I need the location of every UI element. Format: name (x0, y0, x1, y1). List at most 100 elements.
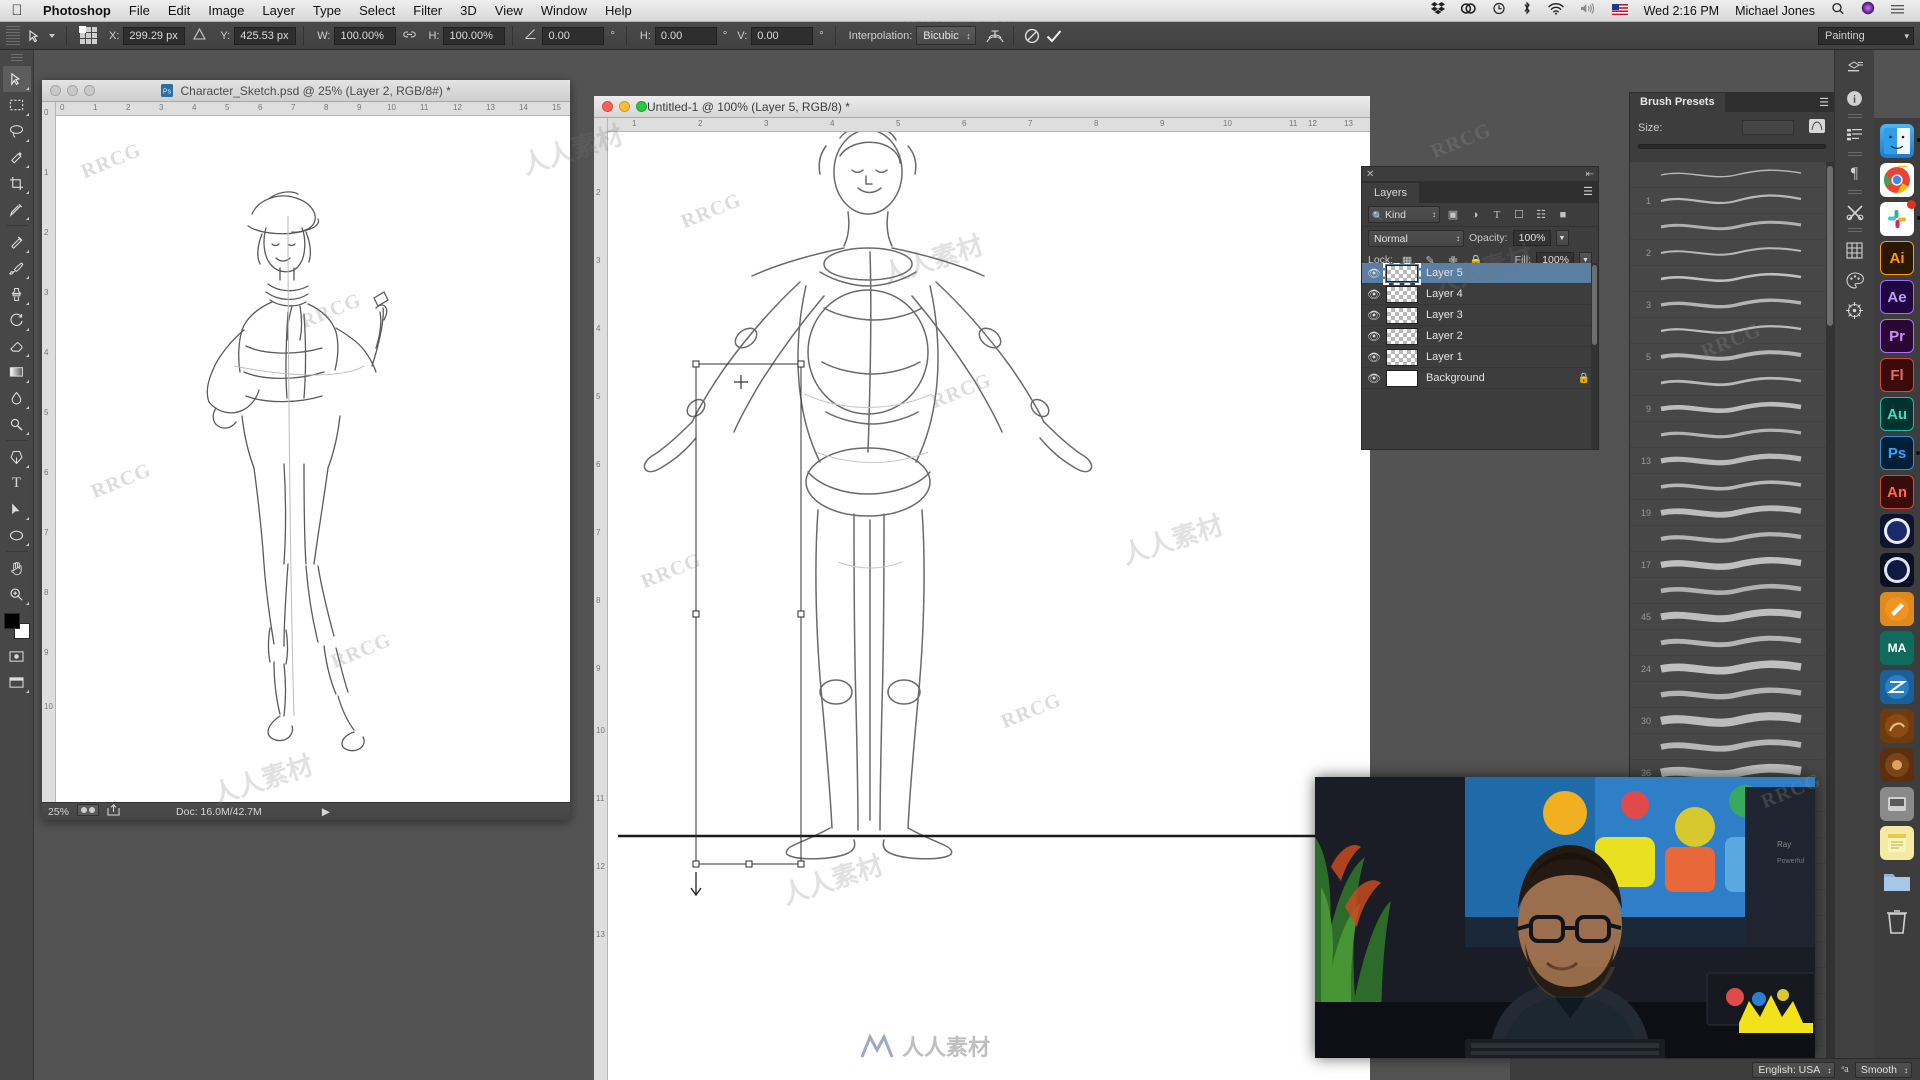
swatches-panel-icon[interactable] (1840, 236, 1870, 264)
close-icon[interactable]: ✕ (1366, 169, 1374, 180)
blend-mode-select[interactable]: Normal (1368, 229, 1464, 247)
width-field[interactable]: 100.00% (334, 26, 397, 45)
brush-size-slider[interactable] (1638, 144, 1826, 149)
canvas-untitled1[interactable] (608, 132, 1370, 1080)
foreground-color-swatch[interactable] (3, 613, 20, 629)
pen-tool[interactable] (3, 444, 31, 470)
document-window-character-sketch[interactable]: Ps Character_Sketch.psd @ 25% (Layer 2, … (42, 80, 570, 820)
brush-preset-item[interactable] (1630, 526, 1834, 552)
menu-window[interactable]: Window (532, 0, 596, 22)
spot-healing-brush-tool[interactable] (3, 229, 31, 255)
blur-tool[interactable] (3, 385, 31, 411)
layer-row[interactable]: 👁 Background 🔒 (1362, 368, 1598, 389)
brush-list-scrollbar[interactable] (1826, 162, 1834, 1080)
substance-icon[interactable] (1880, 748, 1914, 782)
panel-menu-icon[interactable]: ☰ (1819, 98, 1829, 109)
layer-visibility-icon[interactable]: 👁 (1362, 267, 1386, 280)
us-flag-icon[interactable] (1604, 0, 1636, 22)
brush-preset-item[interactable]: 5 (1630, 344, 1834, 370)
spotlight-search-icon[interactable] (1823, 0, 1853, 22)
wifi-icon[interactable] (1540, 0, 1572, 22)
illustrator-icon[interactable]: Ai (1880, 241, 1914, 275)
skew-v-field[interactable]: 0.00 (751, 26, 814, 45)
brush-preset-item[interactable]: 1 (1630, 188, 1834, 214)
brush-preset-item[interactable] (1630, 578, 1834, 604)
quick-selection-tool[interactable] (3, 144, 31, 170)
menu-view[interactable]: View (486, 0, 532, 22)
preview-toggle-icon[interactable] (77, 804, 100, 819)
eyedropper-tool[interactable] (3, 196, 31, 222)
layer-visibility-icon[interactable]: 👁 (1362, 372, 1386, 385)
layer-thumbnail[interactable] (1386, 285, 1418, 303)
brush-preset-item[interactable]: 17 (1630, 552, 1834, 578)
layer-thumbnail[interactable] (1386, 369, 1418, 387)
creative-cloud-icon[interactable] (1453, 0, 1484, 22)
notification-center-icon[interactable] (1883, 0, 1912, 22)
share-icon[interactable] (107, 804, 120, 819)
zoom-window-button-right[interactable] (636, 101, 647, 112)
trash-icon[interactable] (1880, 904, 1914, 938)
layer-visibility-icon[interactable]: 👁 (1362, 309, 1386, 322)
commit-transform-icon[interactable] (1043, 26, 1065, 46)
cinema4d-2-icon[interactable] (1880, 553, 1914, 587)
menubar-clock[interactable]: Wed 2:16 PM (1636, 0, 1728, 22)
window-traffic-lights-left[interactable] (42, 85, 95, 96)
panel-menu-icon[interactable]: ☰ (1583, 187, 1593, 198)
menu-filter[interactable]: Filter (404, 0, 451, 22)
filter-toggle-icon[interactable]: ■ (1554, 206, 1572, 223)
history-brush-tool[interactable] (3, 307, 31, 333)
menu-help[interactable]: Help (596, 0, 641, 22)
statusbar-menu-arrow-icon[interactable]: ▶ (322, 806, 330, 818)
filter-smart-object-icon[interactable]: ☷ (1532, 206, 1550, 223)
eraser-tool[interactable] (3, 333, 31, 359)
ruler-horizontal-left[interactable]: 01 23 45 67 89 10 11 12 13 14 15 (56, 102, 570, 116)
brush-preset-item[interactable] (1630, 214, 1834, 240)
3d-panel-icon[interactable] (1840, 54, 1870, 82)
time-machine-icon[interactable] (1484, 0, 1514, 22)
audition-icon[interactable]: Au (1880, 397, 1914, 431)
brush-preset-item[interactable] (1630, 474, 1834, 500)
filter-shape-icon[interactable]: ☐ (1510, 206, 1528, 223)
layer-row[interactable]: 👁 Layer 4 (1362, 284, 1598, 305)
lasso-tool[interactable] (3, 118, 31, 144)
layer-row[interactable]: 👁 Layer 5 (1362, 263, 1598, 285)
window-traffic-lights-right[interactable] (594, 101, 647, 112)
brush-preset-item[interactable]: 30 (1630, 708, 1834, 734)
link-chain-icon[interactable] (401, 28, 417, 44)
brush-preset-item[interactable] (1630, 734, 1834, 760)
brush-preset-item[interactable]: 3 (1630, 292, 1834, 318)
path-selection-tool[interactable] (3, 496, 31, 522)
premiere-pro-icon[interactable]: Pr (1880, 319, 1914, 353)
antialias-select[interactable]: Smooth (1854, 1061, 1912, 1078)
layer-thumbnail[interactable] (1386, 348, 1418, 366)
brush-tool[interactable] (3, 255, 31, 281)
brush-preset-item[interactable]: 13 (1630, 448, 1834, 474)
ruler-vertical-right[interactable]: 23 45 67 89 10 11 12 13 (594, 118, 608, 1080)
color-swatches[interactable] (3, 613, 30, 639)
folder-icon[interactable] (1880, 865, 1914, 899)
layer-list[interactable]: 👁 Layer 5 👁 Layer 4 👁 Layer 3 👁 Layer 2 (1362, 263, 1598, 449)
menu-image[interactable]: Image (199, 0, 253, 22)
layer-filter-kind-select[interactable]: Kind (1368, 206, 1440, 224)
brush-preset-item[interactable] (1630, 162, 1834, 188)
active-tool-preset[interactable] (23, 28, 59, 44)
layer-visibility-icon[interactable]: 👁 (1362, 288, 1386, 301)
brush-preset-item[interactable] (1630, 422, 1834, 448)
zoom-level-left[interactable]: 25% (48, 806, 69, 818)
layer-name[interactable]: Background (1426, 372, 1485, 384)
after-effects-icon[interactable]: Ae (1880, 280, 1914, 314)
sketchbook-icon[interactable] (1880, 592, 1914, 626)
dodge-tool[interactable] (3, 411, 31, 437)
cancel-transform-icon[interactable] (1021, 26, 1043, 46)
brush-size-field[interactable] (1742, 120, 1794, 135)
slack-icon[interactable] (1880, 200, 1920, 236)
layer-row[interactable]: 👁 Layer 1 (1362, 347, 1598, 368)
transform-bounding-box[interactable] (608, 132, 1370, 1080)
ellipse-shape-tool[interactable] (3, 522, 31, 548)
quick-mask-mode-toggle[interactable] (3, 643, 31, 669)
warp-mode-icon[interactable] (984, 26, 1006, 46)
tab-layers[interactable]: Layers (1362, 183, 1420, 203)
bluetooth-icon[interactable] (1514, 0, 1540, 22)
flash-icon[interactable]: Fl (1880, 358, 1914, 392)
close-window-button[interactable] (50, 85, 61, 96)
